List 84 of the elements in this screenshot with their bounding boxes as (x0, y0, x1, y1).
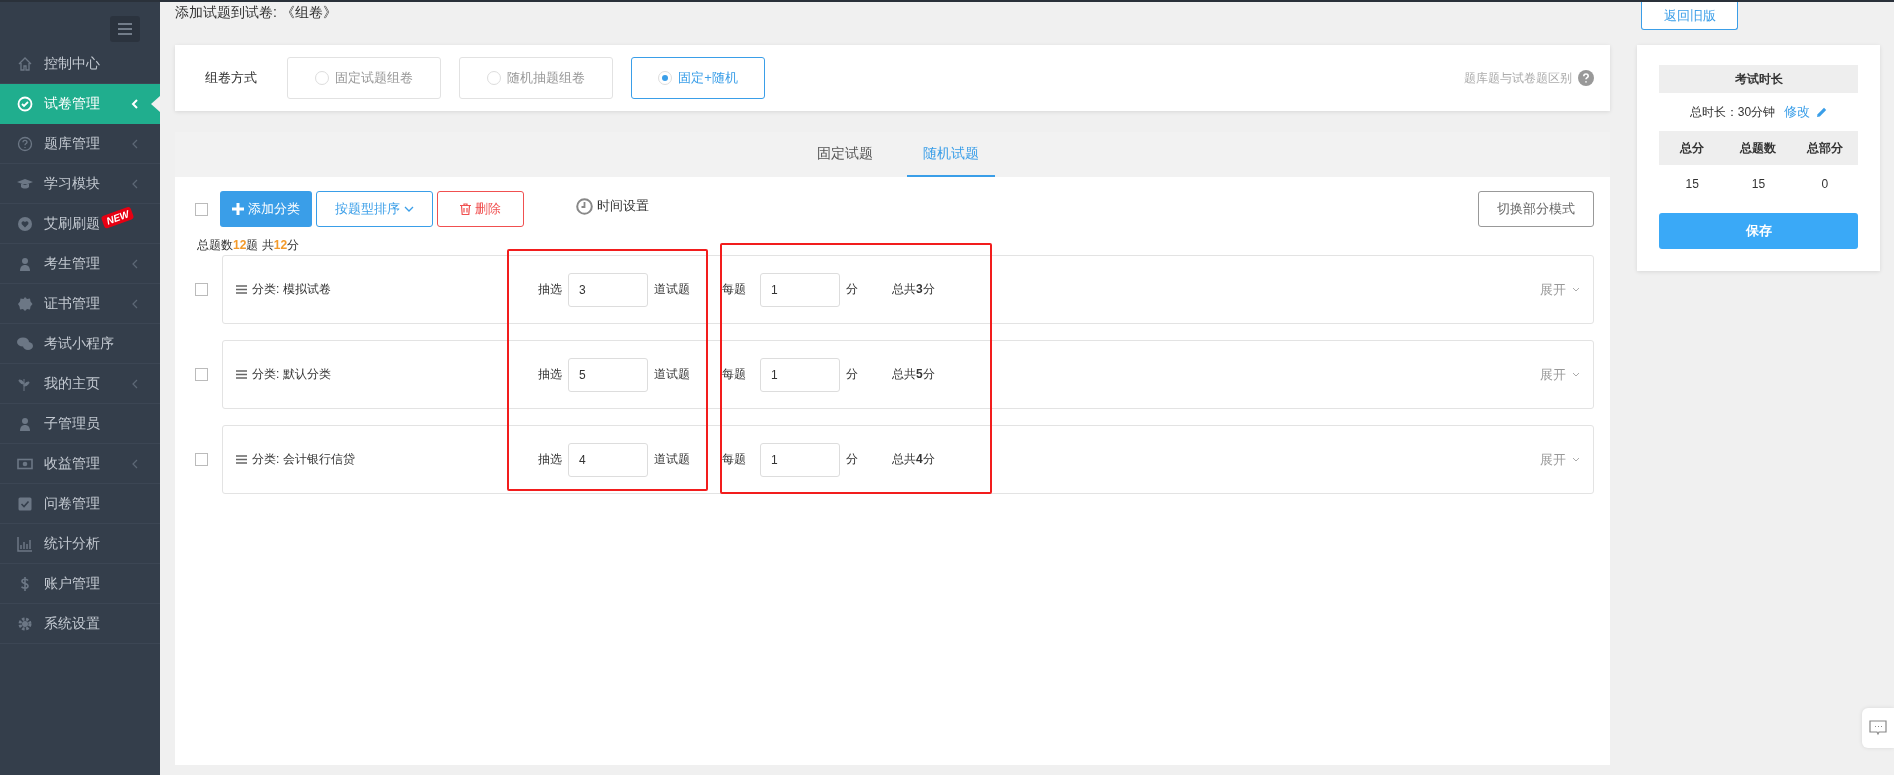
tab[interactable]: 固定试题 (800, 132, 889, 177)
unit-label: 道试题 (654, 451, 690, 468)
menu-icon (118, 23, 132, 35)
new-badge: NEW (100, 206, 135, 229)
chevron-down-icon (1572, 457, 1580, 462)
per-question-label: 每题 (722, 281, 746, 298)
duration-text: 总时长：30分钟 (1689, 103, 1776, 121)
sidebar-item[interactable]: 题库管理 (0, 124, 160, 164)
page-title: 添加试题到试卷: 《组卷》 (175, 3, 338, 22)
draw-label: 抽选 (538, 366, 562, 383)
unit-label: 分 (846, 366, 858, 383)
delete-button[interactable]: 删除 (437, 191, 524, 227)
plus-icon (232, 203, 244, 215)
menu-button[interactable] (110, 16, 140, 42)
sidebar-item[interactable]: 收益管理 (0, 444, 160, 484)
sidebar-item[interactable]: 我的主页 (0, 364, 160, 404)
trash-icon (460, 203, 471, 215)
category-name: 分类: 会计银行信贷 (252, 451, 356, 468)
pencil-icon[interactable] (1816, 106, 1828, 118)
sidebar-item[interactable]: 账户管理 (0, 564, 160, 604)
stat-value: 15 (1684, 176, 1700, 193)
stat-value: 0 (1820, 176, 1830, 193)
unit-label: 道试题 (654, 366, 690, 383)
field-label: 组卷方式 (205, 69, 257, 87)
score-input[interactable]: 1 (760, 442, 840, 477)
sidebar-item[interactable]: 考试小程序 (0, 324, 160, 364)
chevron-down-icon (1572, 372, 1580, 377)
unit-label: 道试题 (654, 281, 690, 298)
row-checkbox[interactable] (195, 453, 208, 466)
row-checkbox[interactable] (195, 368, 208, 381)
summary-text: 总题数12题 共12分 (197, 237, 301, 254)
category-name: 分类: 默认分类 (252, 366, 332, 383)
selection-pointer (151, 96, 160, 112)
sidebar-item[interactable]: 问卷管理 (0, 484, 160, 524)
total-score: 总共3分 (892, 281, 935, 298)
chat-icon (1869, 720, 1887, 736)
sidebar-item[interactable]: 统计分析 (0, 524, 160, 564)
drag-handle-icon[interactable] (236, 455, 247, 464)
time-settings-link[interactable]: 时间设置 (597, 197, 649, 215)
check-circle-icon (17, 95, 33, 112)
score-input[interactable]: 1 (760, 272, 840, 307)
draw-label: 抽选 (538, 281, 562, 298)
drag-handle-icon[interactable] (236, 370, 247, 379)
total-score: 总共5分 (892, 366, 935, 383)
draw-count-input[interactable]: 4 (568, 442, 648, 477)
sidebar-item[interactable]: 证书管理 (0, 284, 160, 324)
switch-mode-button[interactable]: 切换部分模式 (1478, 191, 1594, 227)
sidebar-item[interactable]: 学习模块 (0, 164, 160, 204)
seal-icon (17, 295, 33, 312)
bar-chart-icon (17, 535, 33, 552)
chat-bubbles-icon (17, 335, 33, 352)
clock-icon[interactable] (576, 197, 593, 215)
sidebar-item[interactable]: 系统设置 (0, 604, 160, 644)
row-checkbox[interactable] (195, 283, 208, 296)
home-icon (17, 55, 33, 72)
draw-count-input[interactable]: 3 (568, 272, 648, 307)
settings-icon (17, 615, 33, 632)
per-question-label: 每题 (722, 366, 746, 383)
draw-label: 抽选 (538, 451, 562, 468)
checkbox-icon (17, 495, 33, 512)
panel-title: 考试时长 (1659, 65, 1858, 93)
person-icon (17, 255, 33, 272)
help-icon[interactable] (1578, 70, 1594, 86)
person-icon (17, 415, 33, 432)
category-name: 分类: 模拟试卷 (252, 281, 332, 298)
sidebar-item[interactable]: 考生管理 (0, 244, 160, 284)
question-circle-icon (17, 135, 33, 152)
score-input[interactable]: 1 (760, 357, 840, 392)
total-score: 总共4分 (892, 451, 935, 468)
stat-label: 总题数 (1738, 140, 1778, 157)
sidebar-item[interactable]: 艾刷刷题 NEW (0, 204, 160, 244)
per-question-label: 每题 (722, 451, 746, 468)
chevron-down-icon (404, 206, 414, 212)
stat-label: 总部分 (1805, 140, 1844, 157)
sidebar-item[interactable]: 子管理员 (0, 404, 160, 444)
unit-label: 分 (846, 451, 858, 468)
unit-label: 分 (846, 281, 858, 298)
select-all-checkbox[interactable] (195, 202, 208, 216)
chevron-down-icon (1572, 287, 1580, 292)
chat-button[interactable] (1862, 708, 1894, 748)
stat-value: 15 (1750, 176, 1767, 193)
stat-label: 总分 (1678, 140, 1706, 157)
draw-count-input[interactable]: 5 (568, 357, 648, 392)
drag-handle-icon[interactable] (236, 285, 247, 294)
